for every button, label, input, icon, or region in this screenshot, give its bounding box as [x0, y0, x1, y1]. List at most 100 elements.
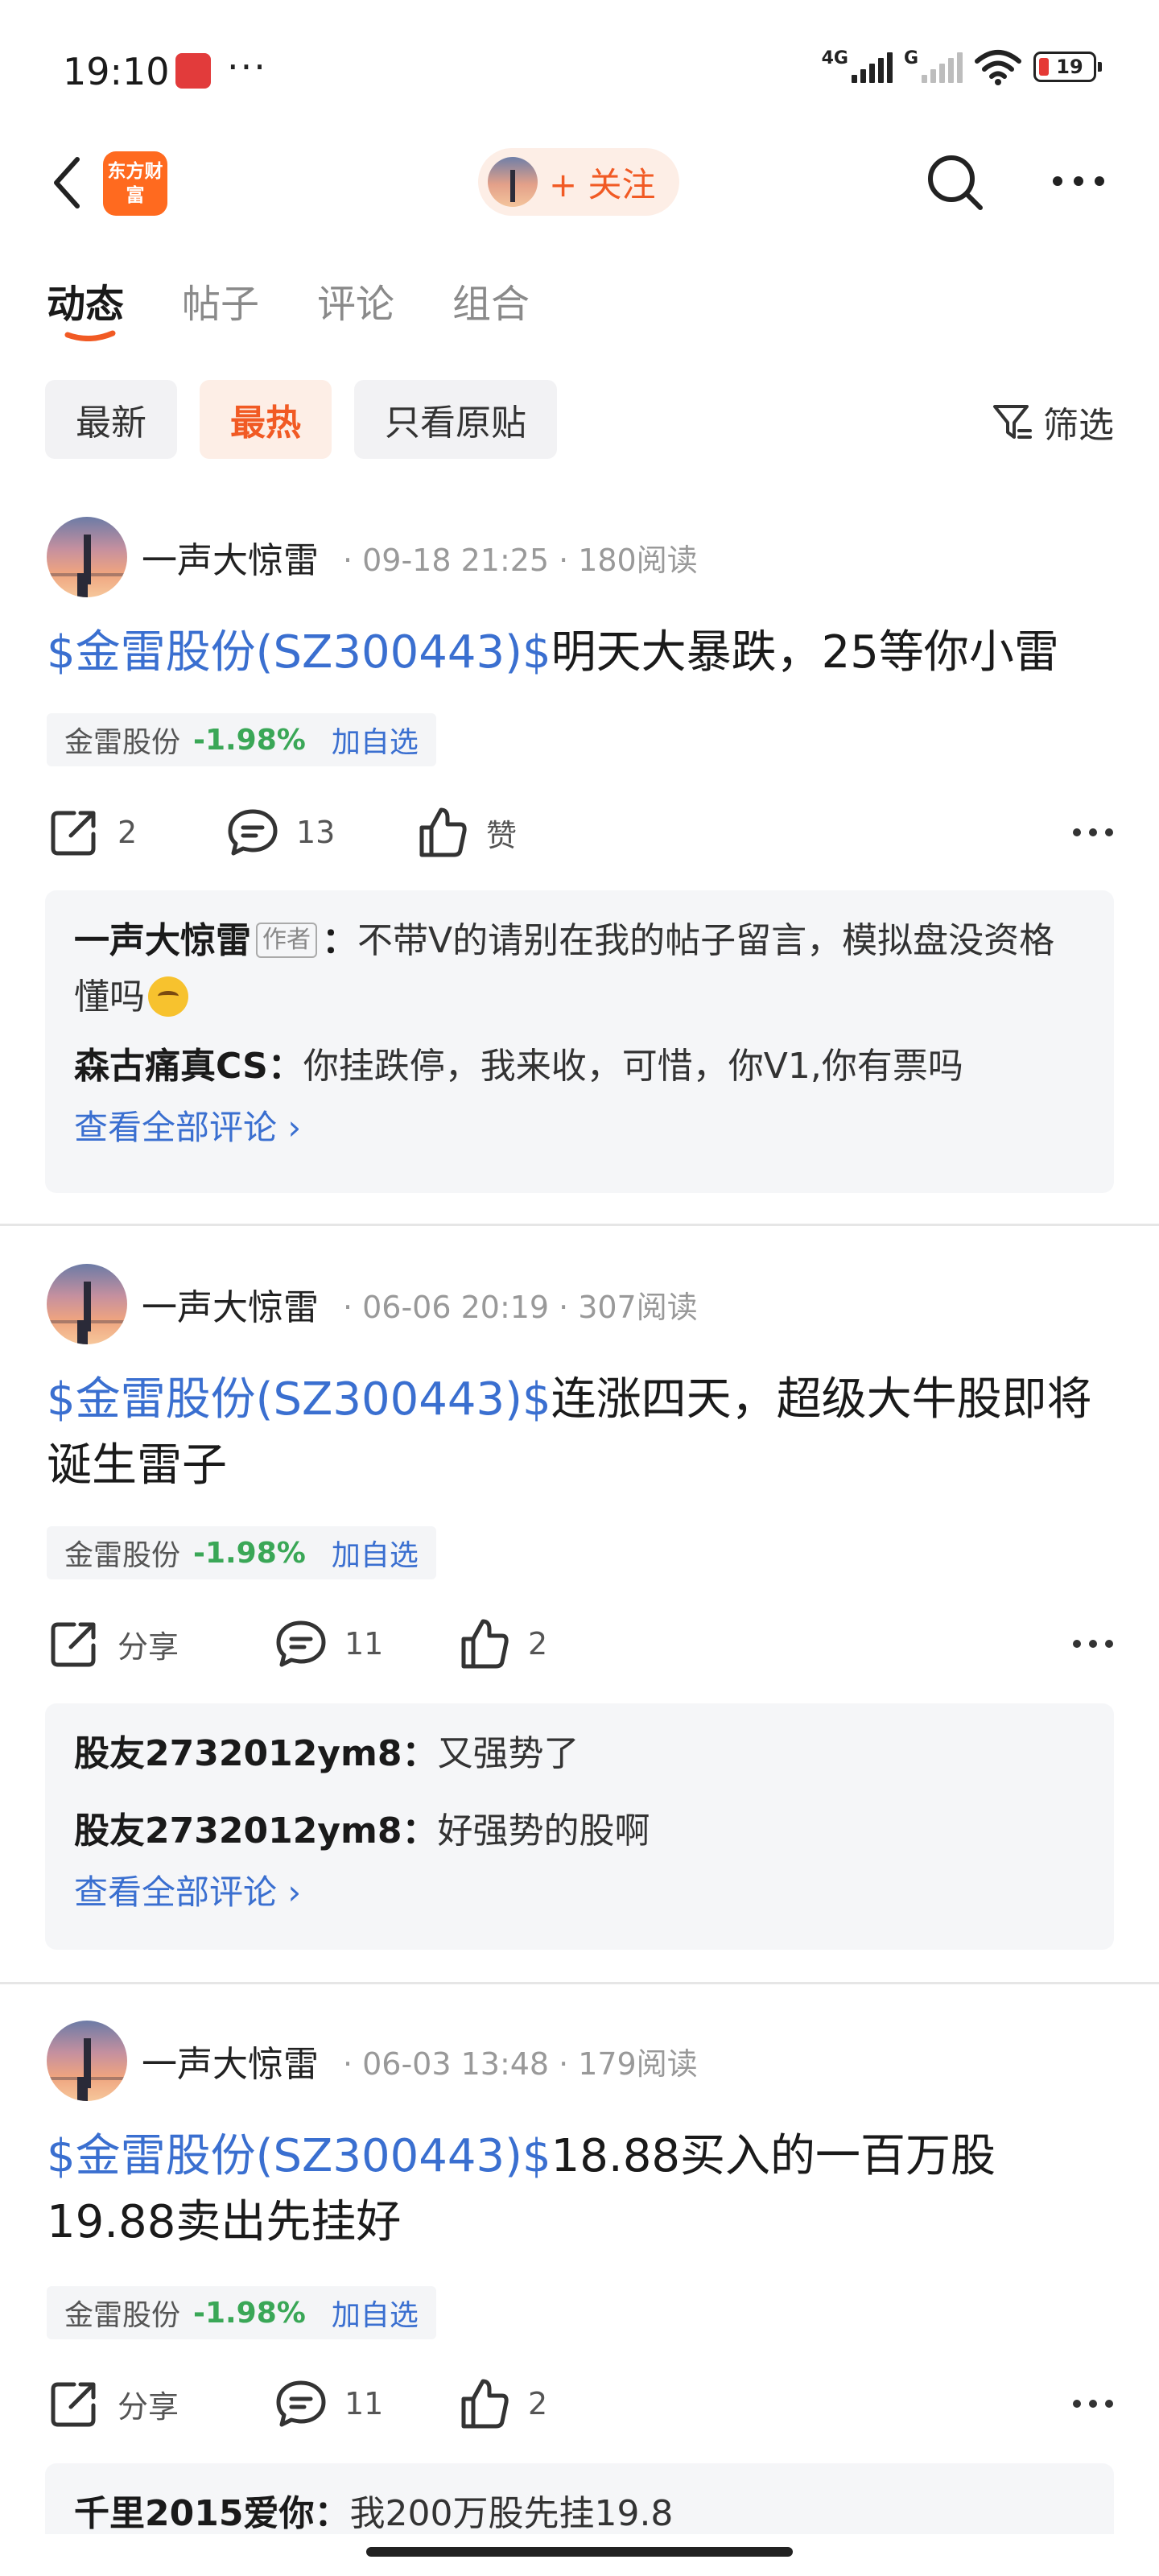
add-watchlist-link[interactable]: 加自选 — [332, 2292, 419, 2334]
author-name[interactable]: 一声大惊雷 — [142, 2035, 319, 2087]
comment-button[interactable]: 13 — [225, 800, 335, 865]
author-name[interactable]: 一声大惊雷 — [142, 1278, 319, 1330]
active-tab-indicator — [64, 330, 116, 341]
tab-posts[interactable]: 帖子 — [182, 272, 259, 328]
back-arrow-icon[interactable] — [45, 155, 93, 211]
author-name[interactable]: 一声大惊雷 — [142, 531, 319, 583]
tab-label: 动态 — [47, 282, 125, 327]
view-all-comments-link[interactable]: 查看全部评论 › — [74, 1864, 1085, 1921]
post-actions: 2 13 赞 — [47, 800, 1117, 865]
stock-link[interactable]: $金雷股份(SZ300443)$ — [47, 1373, 551, 1426]
signal-strength-2-icon — [922, 51, 963, 83]
chip-hottest[interactable]: 最热 — [200, 380, 332, 459]
notification-app-icon — [175, 53, 211, 89]
post-date: 06-06 20:19 — [362, 1289, 550, 1325]
commenter-name[interactable]: 股友2732012ym8 — [74, 1733, 402, 1774]
content-tabs: 动态 帖子 评论 组合 — [47, 272, 530, 341]
status-time: 19:10 — [63, 50, 170, 93]
battery-icon: 19 — [1033, 52, 1102, 82]
stock-quote-tag[interactable]: 金雷股份 -1.98% 加自选 — [47, 713, 436, 766]
comment-text: 又强势了 — [437, 1733, 580, 1774]
user-avatar-small — [488, 157, 538, 207]
share-label: 分享 — [118, 2388, 179, 2425]
chip-latest[interactable]: 最新 — [45, 380, 177, 459]
thumbs-up-icon — [419, 807, 467, 857]
author-avatar[interactable] — [47, 2021, 127, 2101]
home-indicator[interactable] — [366, 2547, 793, 2557]
commenter-name[interactable]: 千里2015爱你 — [74, 2493, 314, 2534]
post-title[interactable]: $金雷股份(SZ300443)$连涨四天，超级大牛股即将诞生雷子 — [47, 1367, 1117, 1499]
comment-icon — [276, 1620, 326, 1667]
share-button[interactable]: 分享 — [47, 2372, 179, 2436]
filter-button[interactable]: 筛选 — [990, 396, 1114, 448]
author-avatar[interactable] — [47, 517, 127, 597]
comment-separator: ： — [322, 920, 357, 961]
stock-tag-name: 金雷股份 — [64, 1539, 181, 1572]
comment-line: 一声大惊雷 作者 ：不带V的请别在我的帖子留言，模拟盘没资格懂吗 — [74, 913, 1085, 1026]
comment-count: 13 — [296, 815, 336, 850]
stock-tag-name: 金雷股份 — [64, 726, 181, 759]
like-count: 赞 — [486, 817, 518, 853]
add-watchlist-link[interactable]: 加自选 — [332, 719, 419, 761]
commenter-name[interactable]: 一声大惊雷 — [74, 920, 251, 961]
comment-separator: ： — [314, 2493, 350, 2534]
stock-quote-tag[interactable]: 金雷股份 -1.98% 加自选 — [47, 2286, 436, 2339]
author-avatar[interactable] — [47, 1264, 127, 1344]
comment-button[interactable]: 11 — [274, 1612, 383, 1676]
post-meta: · 06-03 13:48 · 179阅读 — [343, 2046, 698, 2082]
tab-dynamics[interactable]: 动态 — [47, 272, 125, 341]
comment-line: 股友2732012ym8：又强势了 — [74, 1726, 1085, 1782]
more-options-icon[interactable] — [1046, 161, 1111, 201]
comment-preview[interactable]: 股友2732012ym8：又强势了 股友2732012ym8：好强势的股啊 查看… — [45, 1703, 1114, 1950]
author-badge: 作者 — [256, 923, 317, 958]
like-count: 2 — [528, 2386, 548, 2421]
signal-strength-icon — [851, 51, 893, 83]
comment-icon — [276, 2380, 326, 2427]
more-notifications-icon: ··· — [227, 45, 267, 89]
share-button[interactable]: 分享 — [47, 1612, 179, 1676]
like-button[interactable]: 2 — [457, 2372, 547, 2436]
status-bar: 19:10 ··· 4G G 19 — [0, 0, 1159, 137]
stock-tag-change: -1.98% — [193, 723, 306, 757]
comment-separator: ： — [267, 1046, 303, 1087]
chip-original-only[interactable]: 只看原贴 — [354, 380, 557, 459]
view-all-comments-link[interactable]: 查看全部评论 › — [74, 1100, 1085, 1156]
stock-link[interactable]: $金雷股份(SZ300443)$ — [47, 2130, 551, 2182]
post-divider — [0, 1982, 1159, 1984]
post-more-icon[interactable] — [1069, 2380, 1117, 2428]
post-title[interactable]: $金雷股份(SZ300443)$明天大暴跌，25等你小雷 — [47, 620, 1117, 686]
share-count: 2 — [118, 815, 138, 850]
comment-preview[interactable]: 一声大惊雷 作者 ：不带V的请别在我的帖子留言，模拟盘没资格懂吗 森古痛真CS：你挂… — [45, 890, 1114, 1193]
stock-quote-tag[interactable]: 金雷股份 -1.98% 加自选 — [47, 1526, 436, 1579]
post-more-icon[interactable] — [1069, 1620, 1117, 1668]
commenter-name[interactable]: 森古痛真CS — [74, 1046, 268, 1087]
thinking-emoji-icon — [148, 976, 188, 1017]
stock-link[interactable]: $金雷股份(SZ300443)$ — [47, 626, 551, 679]
tab-comments[interactable]: 评论 — [317, 272, 394, 328]
post-reads: 180阅读 — [578, 542, 698, 578]
like-button[interactable]: 2 — [457, 1612, 547, 1676]
comment-count: 11 — [344, 2386, 384, 2421]
search-icon[interactable] — [924, 151, 985, 213]
thumbs-up-icon — [461, 2379, 509, 2429]
post-more-icon[interactable] — [1069, 808, 1117, 857]
post-header: 一声大惊雷 · 06-06 20:19 · 307阅读 — [47, 1264, 698, 1344]
post-date: 06-03 13:48 — [362, 2046, 550, 2082]
like-button[interactable]: 赞 — [415, 800, 517, 865]
follow-button[interactable]: + 关注 — [478, 148, 679, 216]
post-title[interactable]: $金雷股份(SZ300443)$18.88买入的一百万股19.88卖出先挂好 — [47, 2124, 1117, 2256]
comment-text: 我200万股先挂19.8 — [349, 2493, 674, 2534]
sort-chips: 最新 最热 只看原贴 — [45, 380, 557, 459]
filter-label: 筛选 — [1043, 405, 1114, 446]
commenter-name[interactable]: 股友2732012ym8 — [74, 1810, 402, 1852]
thumbs-up-icon — [461, 1619, 509, 1669]
comment-line: 股友2732012ym8：好强势的股啊 — [74, 1803, 1085, 1860]
comment-button[interactable]: 11 — [274, 2372, 383, 2436]
stock-tag-name: 金雷股份 — [64, 2299, 181, 2332]
comment-separator: ： — [402, 1733, 438, 1774]
network-4g-label: 4G — [821, 47, 848, 68]
comment-line: 森古痛真CS：你挂跌停，我来收，可惜，你V1,你有票吗 — [74, 1038, 1085, 1095]
tab-portfolio[interactable]: 组合 — [452, 272, 530, 328]
add-watchlist-link[interactable]: 加自选 — [332, 1532, 419, 1574]
share-button[interactable]: 2 — [47, 800, 137, 865]
